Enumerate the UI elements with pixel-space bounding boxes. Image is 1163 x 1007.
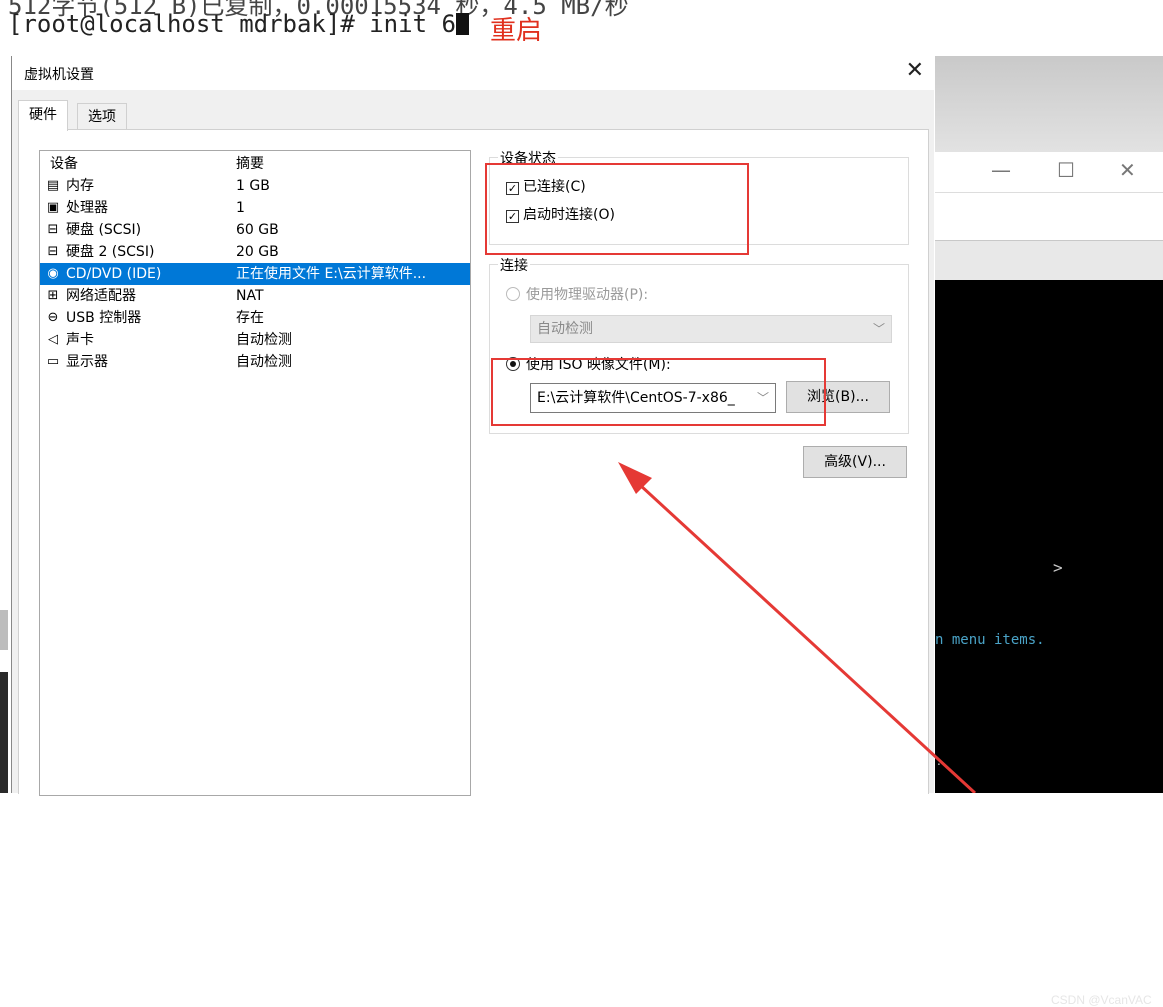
chevron-down-icon[interactable]: ﹀ — [753, 384, 769, 412]
background-edge — [0, 610, 8, 650]
terminal-command: [root@localhost mdrbak]# init 6 — [8, 10, 456, 38]
terminal-prompt: [root@localhost mdrbak]# init 6 — [8, 10, 469, 38]
tab-hardware[interactable]: 硬件 — [18, 100, 68, 131]
device-name: CD/DVD (IDE) — [66, 266, 162, 282]
memory-icon: ▤ — [46, 178, 60, 193]
minimize-icon[interactable]: — — [991, 158, 1011, 182]
watermark: CSDN @VcanVAC — [1051, 993, 1152, 1007]
device-name: 硬盘 (SCSI) — [66, 222, 142, 238]
device-row-disk[interactable]: ⊟ 硬盘 (SCSI) 60 GB — [40, 219, 470, 241]
speaker-icon: ◁ — [48, 332, 58, 347]
hardware-panel: 设备 摘要 ▤ 内存 1 GB ▣ 处理器 1 ⊟ 硬盘 (SCSI) 60 G… — [18, 129, 929, 796]
iso-image-label: 使用 ISO 映像文件(M): — [526, 357, 671, 373]
device-name: USB 控制器 — [66, 310, 142, 326]
vm-console[interactable]: > n menu items. . CSDN @VcanVAC — [935, 280, 1163, 1007]
device-name: 显示器 — [66, 354, 108, 370]
device-summary: 自动检测 — [236, 354, 292, 370]
disk-icon: ⊟ — [47, 244, 59, 259]
connected-checkbox[interactable]: ✓ 已连接(C) — [506, 178, 586, 196]
background-toolbar — [935, 192, 1163, 241]
physical-drive-radio[interactable]: 使用物理驱动器(P): — [506, 285, 648, 304]
checkbox-checked-icon: ✓ — [506, 182, 519, 195]
console-dot: . — [937, 754, 941, 768]
device-name: 声卡 — [66, 332, 94, 348]
device-name: 处理器 — [66, 200, 108, 216]
iso-path-combobox[interactable]: E:\云计算软件\CentOS-7-x86_ ﹀ — [530, 383, 776, 413]
connection-group: 连接 使用物理驱动器(P): 自动检测 ﹀ 使用 ISO 映像文件(M): E:… — [489, 255, 909, 434]
device-row-sound[interactable]: ◁ 声卡 自动检测 — [40, 329, 470, 351]
maximize-icon[interactable]: ☐ — [1057, 158, 1075, 182]
console-text: n menu items. — [935, 632, 1045, 648]
connect-at-power-on-label: 启动时连接(O) — [523, 207, 615, 223]
dialog-title: 虚拟机设置 — [24, 67, 94, 83]
radio-unselected-icon — [506, 287, 520, 301]
background-edge — [0, 672, 8, 793]
vm-settings-dialog: 虚拟机设置 ✕ 硬件 选项 设备 摘要 ▤ 内存 1 GB ▣ 处理器 1 ⊟ … — [11, 56, 934, 796]
device-summary: 20 GB — [236, 244, 279, 260]
chevron-down-icon: ﹀ — [872, 322, 885, 336]
device-row-usb[interactable]: ⊖ USB 控制器 存在 — [40, 307, 470, 329]
monitor-icon: ▭ — [46, 354, 60, 369]
network-icon: ⊞ — [47, 288, 59, 303]
reboot-annotation: 重启 — [490, 16, 543, 46]
physical-drive-label: 使用物理驱动器(P): — [526, 287, 649, 303]
device-row-display[interactable]: ▭ 显示器 自动检测 — [40, 351, 470, 373]
device-name: 内存 — [66, 178, 94, 194]
physical-drive-value: 自动检测 — [537, 321, 593, 337]
device-summary: 1 GB — [236, 178, 270, 194]
device-summary: NAT — [236, 288, 264, 304]
device-row-processor[interactable]: ▣ 处理器 1 — [40, 197, 470, 219]
radio-selected-icon — [506, 357, 520, 371]
usb-icon: ⊖ — [47, 310, 59, 325]
dialog-titlebar: 虚拟机设置 ✕ — [12, 56, 934, 90]
tab-options[interactable]: 选项 — [77, 103, 127, 130]
iso-image-radio[interactable]: 使用 ISO 映像文件(M): — [506, 355, 671, 374]
device-row-cd-dvd[interactable]: ◉ CD/DVD (IDE) 正在使用文件 E:\云计算软件... — [40, 263, 470, 285]
iso-path-value: E:\云计算软件\CentOS-7-x86_ — [537, 390, 735, 406]
device-summary: 自动检测 — [236, 332, 292, 348]
close-icon[interactable]: ✕ — [1119, 158, 1136, 182]
physical-drive-select: 自动检测 ﹀ — [530, 315, 892, 343]
device-status-label: 设备状态 — [498, 148, 558, 168]
console-arrow: > — [1053, 558, 1063, 577]
device-summary: 60 GB — [236, 222, 279, 238]
background-desktop — [935, 56, 1163, 152]
device-column-header[interactable]: 设备 — [50, 153, 78, 173]
connect-at-power-on-checkbox[interactable]: ✓ 启动时连接(O) — [506, 206, 615, 224]
device-summary: 存在 — [236, 310, 264, 326]
device-row-memory[interactable]: ▤ 内存 1 GB — [40, 175, 470, 197]
device-row-disk-2[interactable]: ⊟ 硬盘 2 (SCSI) 20 GB — [40, 241, 470, 263]
device-summary: 正在使用文件 E:\云计算软件... — [236, 266, 427, 282]
background-vm-window: — ☐ ✕ > n menu items. . CSDN @VcanVAC — [935, 56, 1163, 1007]
browse-button[interactable]: 浏览(B)... — [786, 381, 890, 413]
checkbox-checked-icon: ✓ — [506, 210, 519, 223]
device-name: 硬盘 2 (SCSI) — [66, 244, 155, 260]
device-summary: 1 — [236, 200, 245, 216]
device-row-network[interactable]: ⊞ 网络适配器 NAT — [40, 285, 470, 307]
background-tabbar — [935, 240, 1163, 281]
advanced-button[interactable]: 高级(V)... — [803, 446, 907, 478]
close-icon[interactable]: ✕ — [906, 58, 924, 83]
connection-label: 连接 — [498, 255, 530, 275]
cd-icon: ◉ — [47, 266, 59, 281]
device-status-group: 设备状态 ✓ 已连接(C) ✓ 启动时连接(O) — [489, 148, 909, 245]
cpu-icon: ▣ — [46, 200, 60, 215]
device-list[interactable]: 设备 摘要 ▤ 内存 1 GB ▣ 处理器 1 ⊟ 硬盘 (SCSI) 60 G… — [39, 150, 471, 796]
summary-column-header[interactable]: 摘要 — [236, 153, 264, 173]
terminal-cursor — [455, 13, 469, 35]
connected-label: 已连接(C) — [523, 179, 586, 195]
disk-icon: ⊟ — [47, 222, 59, 237]
device-name: 网络适配器 — [66, 288, 136, 304]
background-titlebar: — ☐ ✕ — [935, 152, 1163, 192]
